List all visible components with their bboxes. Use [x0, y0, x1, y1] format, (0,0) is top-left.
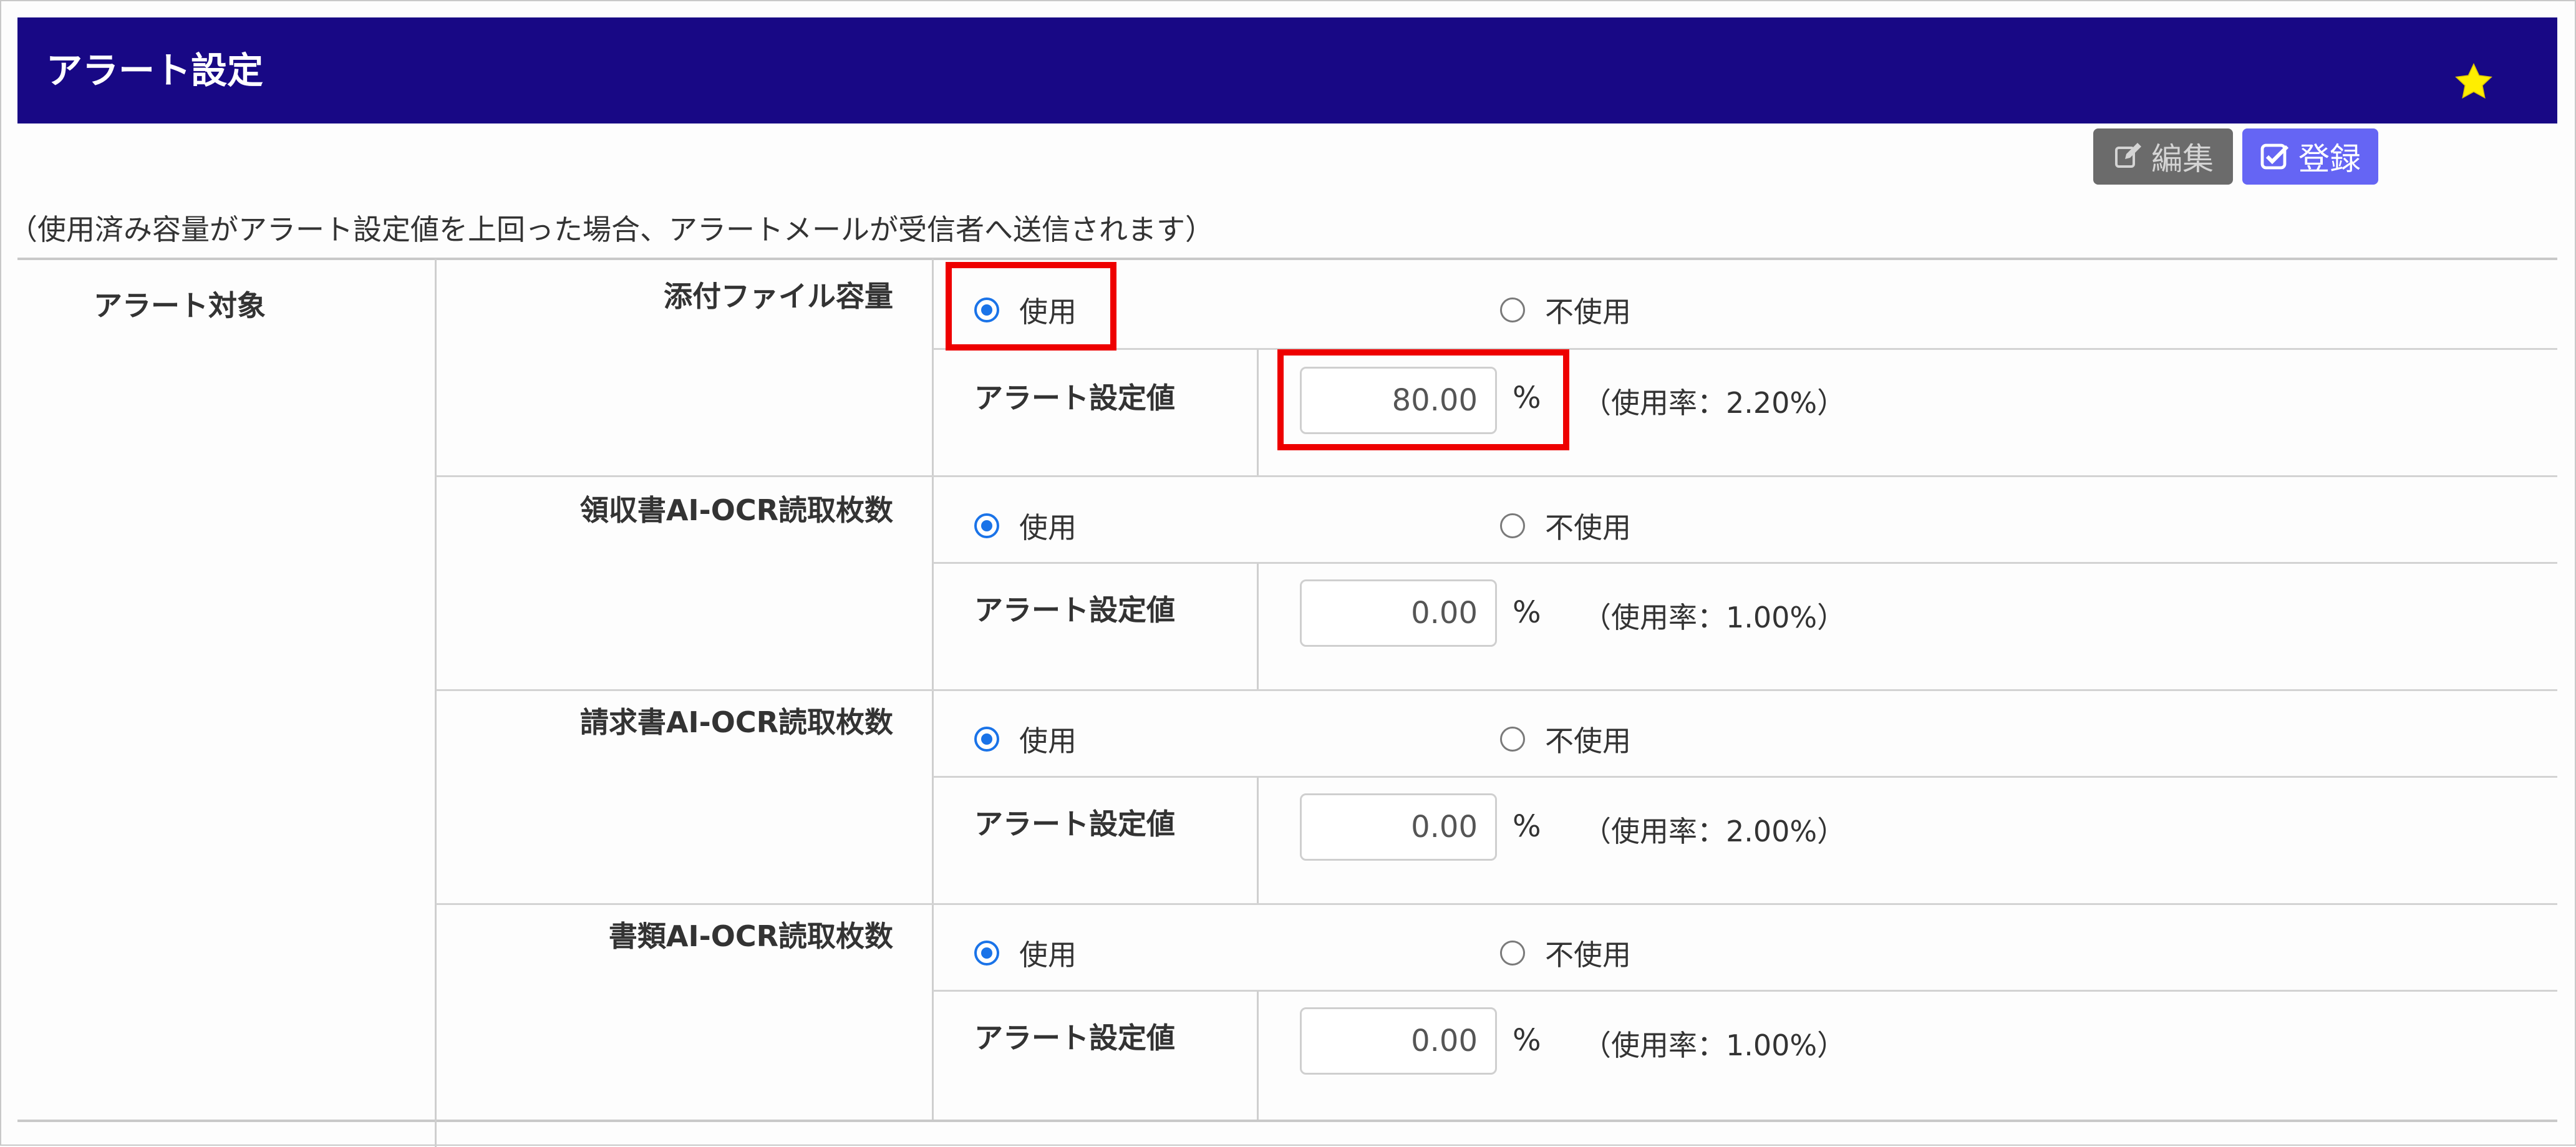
header-bar: アラート設定 [17, 17, 2557, 123]
edit-button[interactable]: 編集 [2093, 128, 2233, 185]
percent-unit: % [1513, 809, 1541, 844]
subrow-divider [933, 562, 2557, 564]
radio-button-checked[interactable] [974, 727, 999, 752]
radio-use[interactable]: 使用 [974, 505, 1077, 546]
radio-label: 不使用 [1545, 724, 1631, 758]
radio-button-checked[interactable] [974, 513, 999, 538]
subcell-divider [1257, 991, 1259, 1120]
radio-not-use[interactable]: 不使用 [1500, 505, 1631, 546]
radio-label: 使用 [1019, 724, 1077, 758]
highlight-box [1277, 349, 1569, 450]
radio-label: 不使用 [1545, 938, 1631, 972]
edit-icon [2115, 143, 2141, 168]
radio-label: 使用 [1019, 511, 1077, 544]
radio-button[interactable] [1500, 727, 1525, 752]
item-name-invoice-ocr: 請求書AI-OCR読取枚数 [579, 705, 893, 739]
radio-button-checked[interactable] [974, 941, 999, 966]
item-name-document-ocr: 書類AI-OCR読取枚数 [608, 919, 893, 953]
row-divider [436, 903, 2557, 905]
radio-not-use[interactable]: 不使用 [1500, 932, 1631, 974]
row-divider [436, 475, 2557, 477]
usage-rate: （使用率：2.00%） [1582, 815, 1846, 848]
table-bottom-border [17, 1120, 2557, 1122]
item-name-receipt-ocr: 領収書AI-OCR読取枚数 [579, 493, 893, 527]
check-square-icon [2260, 143, 2289, 170]
usage-rate: （使用率：1.00%） [1582, 1028, 1846, 1062]
row-divider [436, 689, 2557, 691]
threshold-input[interactable]: 0.00 [1300, 793, 1497, 861]
radio-label: 不使用 [1545, 295, 1631, 329]
subrow-divider [933, 348, 2557, 350]
threshold-label: アラート設定値 [974, 381, 1175, 415]
usage-rate: （使用率：2.20%） [1582, 386, 1846, 420]
table-top-border [17, 258, 2557, 260]
alert-settings-panel: アラート設定 編集 登録 （使用済み容量がアラート設定値を上回った場合、アラート… [0, 0, 2576, 1147]
column-divider-1 [435, 259, 437, 1147]
page-title: アラート設定 [46, 49, 264, 92]
radio-label: 使用 [1019, 938, 1077, 972]
percent-unit: % [1513, 595, 1541, 630]
usage-rate: （使用率：1.00%） [1582, 601, 1846, 634]
subcell-divider [1257, 563, 1259, 689]
threshold-label: アラート設定値 [974, 593, 1175, 627]
radio-use[interactable]: 使用 [974, 719, 1077, 760]
radio-use[interactable]: 使用 [974, 932, 1077, 974]
star-icon[interactable] [2453, 61, 2494, 102]
subcell-divider [1257, 349, 1259, 475]
item-name-attachment: 添付ファイル容量 [664, 279, 893, 313]
threshold-input[interactable]: 0.00 [1300, 1007, 1497, 1075]
subrow-divider [933, 990, 2557, 992]
radio-not-use[interactable]: 不使用 [1500, 719, 1631, 760]
subcell-divider [1257, 777, 1259, 903]
alert-note: （使用済み容量がアラート設定値を上回った場合、アラートメールが受信者へ送信されま… [9, 213, 1214, 246]
threshold-input[interactable]: 0.00 [1300, 579, 1497, 647]
threshold-label: アラート設定値 [974, 1021, 1175, 1055]
radio-button[interactable] [1500, 941, 1525, 966]
save-button-label: 登録 [2298, 141, 2361, 177]
threshold-label: アラート設定値 [974, 807, 1175, 841]
radio-label: 不使用 [1545, 511, 1631, 544]
radio-not-use[interactable]: 不使用 [1500, 289, 1631, 331]
subrow-divider [933, 776, 2557, 778]
edit-button-label: 編集 [2151, 141, 2214, 177]
save-button[interactable]: 登録 [2242, 128, 2378, 185]
alert-target-label: アラート対象 [94, 289, 266, 322]
percent-unit: % [1513, 1023, 1541, 1058]
highlight-box [946, 262, 1116, 351]
radio-button[interactable] [1500, 298, 1525, 322]
radio-button[interactable] [1500, 513, 1525, 538]
